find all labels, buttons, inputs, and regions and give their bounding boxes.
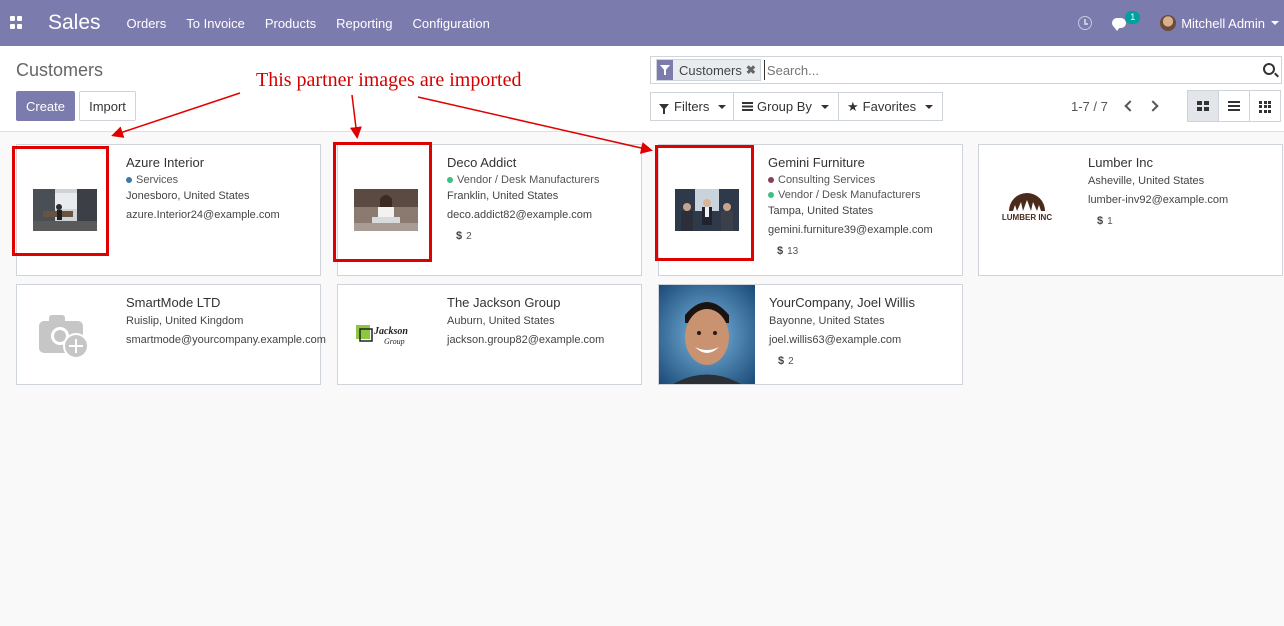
annotation-arrows [111, 92, 653, 154]
arrow [349, 94, 362, 139]
arrow [111, 92, 241, 138]
arrow [417, 96, 653, 154]
